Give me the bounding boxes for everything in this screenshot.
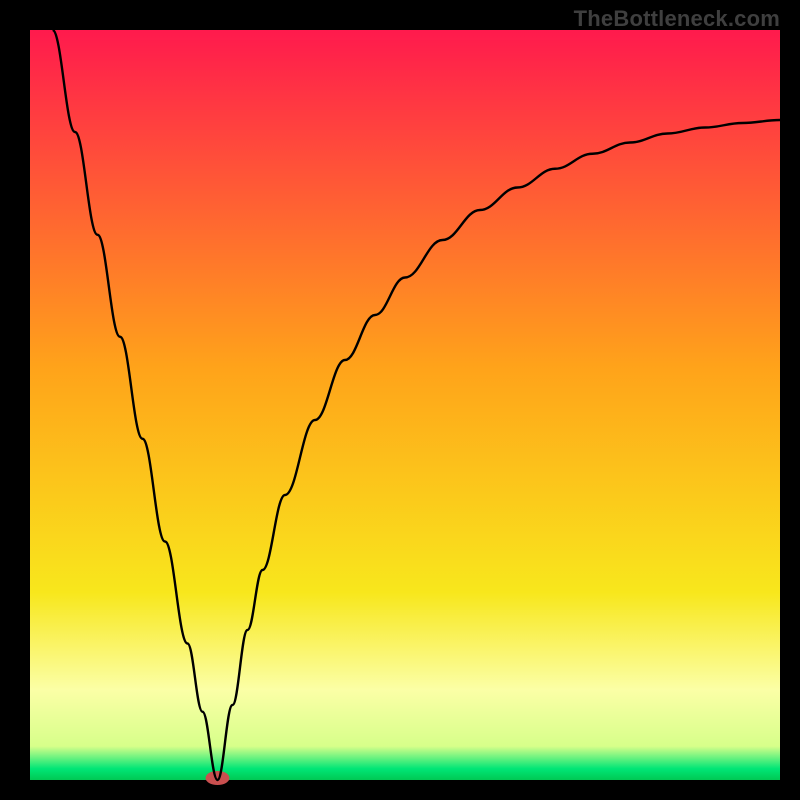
plot-background [30, 30, 780, 780]
bottleneck-chart [0, 0, 800, 800]
optimum-marker [206, 771, 230, 785]
chart-frame: TheBottleneck.com [0, 0, 800, 800]
